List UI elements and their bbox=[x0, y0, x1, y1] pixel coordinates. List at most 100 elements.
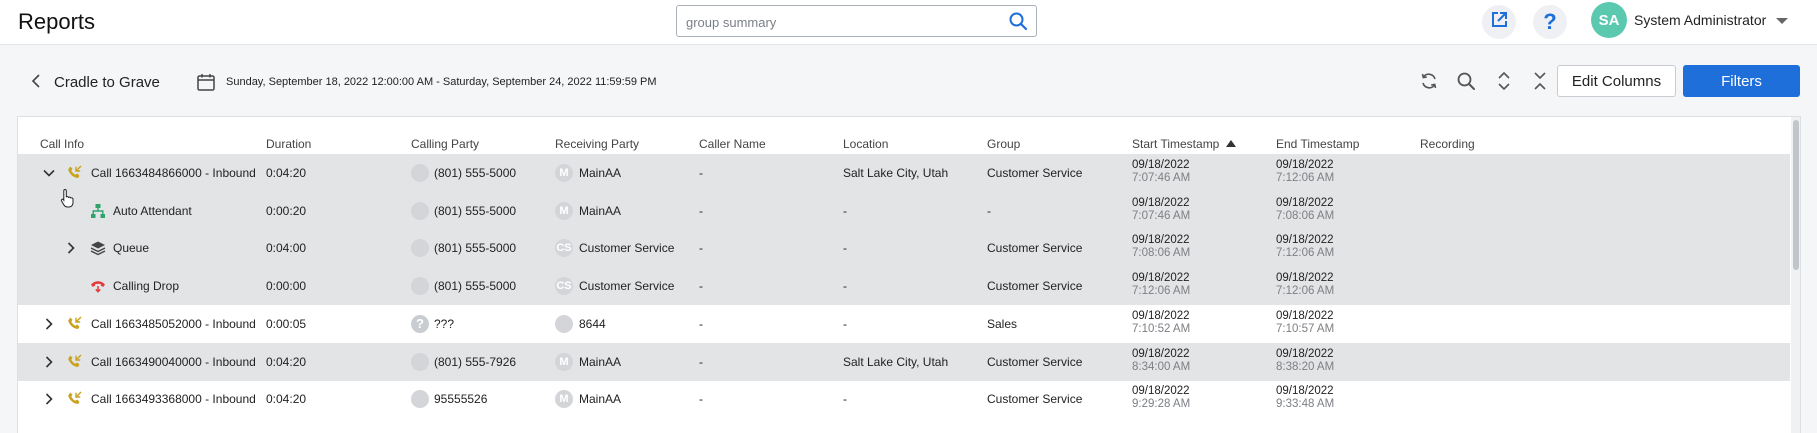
start-date: 09/18/2022 bbox=[1132, 159, 1190, 171]
call-drop-icon bbox=[90, 278, 106, 294]
location: - bbox=[843, 316, 847, 331]
table-row[interactable]: Call 1663493368000 - Inbound 0:04:20 95555… bbox=[18, 380, 1790, 418]
user-avatar[interactable]: SA bbox=[1591, 2, 1627, 38]
column-header-label: Start Timestamp bbox=[1132, 137, 1220, 151]
date-range[interactable]: Sunday, September 18, 2022 12:00:00 AM -… bbox=[226, 76, 657, 88]
column-header-receiving-party[interactable]: Receiving Party bbox=[555, 137, 639, 151]
table-row[interactable]: Calling Drop 0:00:00 (801) 555-5000 CS Custo… bbox=[18, 267, 1790, 306]
column-header-label: Duration bbox=[266, 137, 312, 151]
end-date: 09/18/2022 bbox=[1276, 347, 1334, 360]
help-button[interactable]: ? bbox=[1533, 5, 1567, 39]
caller-name: - bbox=[699, 166, 703, 180]
expand-all-icon[interactable] bbox=[1493, 70, 1515, 92]
caller-name: - bbox=[699, 279, 703, 294]
column-header-caller-name[interactable]: Caller Name bbox=[699, 137, 766, 151]
column-header-recording[interactable]: Recording bbox=[1420, 137, 1475, 151]
duration: 0:00:05 bbox=[266, 316, 307, 331]
calling-party: 95555526 bbox=[434, 392, 488, 407]
column-header-label: End Timestamp bbox=[1276, 137, 1360, 151]
receiving-party-avatar: CS bbox=[555, 277, 573, 296]
phone-inbound-icon bbox=[67, 391, 83, 407]
scrollbar-thumb[interactable] bbox=[1793, 120, 1799, 270]
end-time: 7:10:57 AM bbox=[1276, 322, 1335, 335]
group: Customer Service bbox=[987, 354, 1083, 369]
calling-party: ??? bbox=[434, 316, 455, 331]
end-timestamp: 09/18/2022 8:38:20 AM bbox=[1276, 348, 1334, 374]
sort-ascending-icon[interactable] bbox=[1226, 140, 1237, 147]
calling-party: (801) 555-5000 bbox=[434, 241, 517, 256]
end-date: 09/18/2022 bbox=[1276, 234, 1334, 247]
filters-button[interactable]: Filters bbox=[1683, 65, 1800, 97]
report-table: Call Info Duration Calling Party Receiving … bbox=[17, 116, 1801, 433]
end-time: 7:08:06 AM bbox=[1276, 209, 1335, 222]
duration: 0:04:20 bbox=[266, 354, 307, 369]
vertical-scrollbar[interactable] bbox=[1791, 117, 1800, 433]
receiving-party: MainAA bbox=[579, 392, 622, 407]
receiving-party: MainAA bbox=[579, 166, 622, 180]
column-header-call-info[interactable]: Call Info bbox=[40, 137, 84, 151]
column-header-end-timestamp[interactable]: End Timestamp bbox=[1276, 137, 1359, 151]
calling-party-avatar bbox=[411, 164, 429, 182]
hand-cursor-icon bbox=[60, 188, 76, 213]
help-icon: ? bbox=[1543, 9, 1557, 34]
calling-party-avatar bbox=[411, 239, 429, 258]
table-row[interactable]: Call 1663485052000 - Inbound 0:00:05???? 8… bbox=[18, 305, 1790, 343]
calling-party-avatar bbox=[411, 390, 429, 409]
column-header-start-timestamp[interactable]: Start Timestamp bbox=[1132, 137, 1237, 151]
column-header-location[interactable]: Location bbox=[843, 137, 888, 151]
receiving-party-avatar bbox=[555, 314, 573, 333]
group: - bbox=[987, 203, 991, 218]
collapse-all-icon[interactable] bbox=[1529, 70, 1551, 92]
start-timestamp: 09/18/2022 9:29:28 AM bbox=[1132, 385, 1190, 411]
table-row[interactable]: Call 1663484866000 - Inbound 0:04:20 (801)… bbox=[18, 154, 1790, 192]
column-header-duration[interactable]: Duration bbox=[266, 137, 311, 151]
start-time: 7:10:52 AM bbox=[1132, 322, 1191, 335]
back-chevron-icon[interactable] bbox=[30, 73, 44, 94]
expand-row-chevron-icon[interactable] bbox=[41, 391, 57, 407]
report-name[interactable]: Cradle to Grave bbox=[54, 74, 160, 91]
refresh-icon[interactable] bbox=[1418, 70, 1440, 92]
search-icon[interactable] bbox=[1008, 11, 1028, 36]
caller-name: - bbox=[699, 241, 703, 256]
phone-inbound-icon bbox=[67, 165, 83, 181]
end-timestamp: 09/18/2022 7:12:06 AM bbox=[1276, 159, 1334, 185]
location: - bbox=[843, 203, 847, 218]
open-external-button[interactable] bbox=[1482, 5, 1516, 39]
start-date: 09/18/2022 bbox=[1132, 196, 1190, 209]
calling-party-avatar bbox=[411, 201, 429, 220]
calling-party-avatar bbox=[411, 277, 429, 296]
expand-row-chevron-icon[interactable] bbox=[41, 316, 57, 332]
receiving-party: MainAA bbox=[579, 354, 622, 369]
caller-name: - bbox=[699, 392, 703, 407]
table-search-icon[interactable] bbox=[1455, 70, 1477, 92]
receiving-party: Customer Service bbox=[579, 241, 675, 256]
expand-row-chevron-icon[interactable] bbox=[41, 354, 57, 370]
user-menu-caret-icon[interactable] bbox=[1776, 18, 1788, 24]
search-box[interactable] bbox=[676, 5, 1037, 37]
open-external-icon bbox=[1489, 10, 1509, 35]
start-timestamp: 09/18/2022 7:07:46 AM bbox=[1132, 159, 1190, 185]
table-row[interactable]: Call 1663490040000 - Inbound 0:04:20 (801)… bbox=[18, 342, 1790, 381]
expand-row-chevron-icon[interactable] bbox=[63, 240, 79, 256]
search-input[interactable] bbox=[686, 12, 996, 32]
table-row[interactable]: Queue 0:04:00 (801) 555-5000 CS Customer Ser… bbox=[18, 229, 1790, 268]
calendar-icon[interactable] bbox=[196, 72, 216, 97]
end-time: 7:12:06 AM bbox=[1276, 285, 1335, 298]
column-header-calling-party[interactable]: Calling Party bbox=[411, 137, 479, 151]
call-info: Call 1663485052000 - Inbound bbox=[91, 316, 256, 331]
top-bar: Reports ? SA System Administrator bbox=[0, 0, 1817, 45]
receiving-party-avatar: M bbox=[555, 352, 573, 371]
edit-columns-button[interactable]: Edit Columns bbox=[1557, 65, 1676, 97]
start-timestamp: 09/18/2022 7:07:46 AM bbox=[1132, 197, 1190, 223]
table-row[interactable]: Auto Attendant 0:00:20 (801) 555-5000 M Main… bbox=[18, 191, 1790, 230]
start-time: 8:34:00 AM bbox=[1132, 360, 1191, 373]
collapse-row-chevron-icon[interactable] bbox=[41, 165, 57, 181]
call-info: Calling Drop bbox=[113, 279, 180, 294]
column-header-group[interactable]: Group bbox=[987, 137, 1020, 151]
duration: 0:00:20 bbox=[266, 203, 307, 218]
start-time: 7:08:06 AM bbox=[1132, 247, 1191, 260]
location: Salt Lake City, Utah bbox=[843, 166, 949, 180]
user-name[interactable]: System Administrator bbox=[1634, 12, 1766, 28]
group: Customer Service bbox=[987, 166, 1083, 180]
receiving-party-avatar: CS bbox=[555, 239, 573, 258]
